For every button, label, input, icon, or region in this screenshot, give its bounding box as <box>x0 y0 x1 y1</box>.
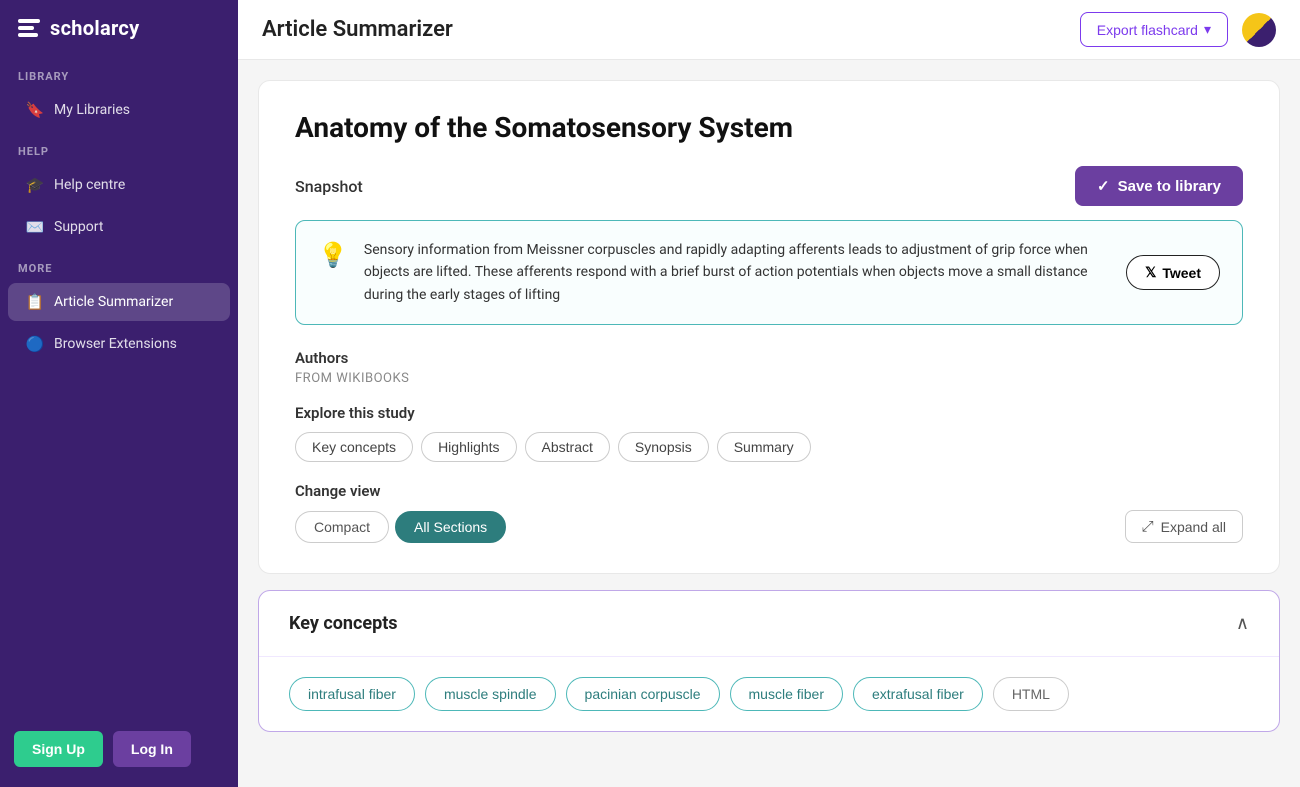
expand-all-button[interactable]: ⤢ Expand all <box>1125 510 1243 543</box>
login-button[interactable]: Log In <box>113 731 191 767</box>
expand-all-label: Expand all <box>1161 519 1226 535</box>
view-row: Compact All Sections ⤢ Expand all <box>295 510 1243 543</box>
sidebar-item-support[interactable]: ✉️ Support <box>8 208 230 246</box>
logo-icon <box>18 19 40 37</box>
view-buttons: Compact All Sections <box>295 511 506 543</box>
sidebar-item-label: Article Summarizer <box>54 294 173 310</box>
compact-label: Compact <box>314 519 370 535</box>
all-sections-view-button[interactable]: All Sections <box>395 511 506 543</box>
topbar-actions: Export flashcard ▾ <box>1080 12 1276 47</box>
bookmark-icon: 🔖 <box>26 101 44 119</box>
main-content: Article Summarizer Export flashcard ▾ An… <box>238 0 1300 787</box>
sidebar-item-label: Help centre <box>54 177 125 193</box>
change-view-section: Change view Compact All Sections ⤢ Expan… <box>295 482 1243 543</box>
save-to-library-label: Save to library <box>1118 178 1221 195</box>
checkmark-icon: ✓ <box>1097 177 1110 195</box>
snapshot-box: 💡 Sensory information from Meissner corp… <box>295 220 1243 325</box>
key-concepts-title: Key concepts <box>289 613 398 634</box>
snapshot-text: Sensory information from Meissner corpus… <box>364 239 1110 306</box>
save-to-library-button[interactable]: ✓ Save to library <box>1075 166 1243 206</box>
article-icon: 📋 <box>26 293 44 311</box>
library-section-label: LIBRARY <box>0 56 238 89</box>
chevron-up-icon[interactable]: ∧ <box>1236 613 1249 634</box>
graduation-icon: 🎓 <box>26 176 44 194</box>
export-flashcard-button[interactable]: Export flashcard ▾ <box>1080 12 1228 47</box>
explore-label: Explore this study <box>295 404 1243 422</box>
sidebar: scholarcy LIBRARY 🔖 My Libraries HELP 🎓 … <box>0 0 238 787</box>
all-sections-label: All Sections <box>414 519 487 535</box>
tag-abstract[interactable]: Abstract <box>525 432 610 462</box>
article-card: Anatomy of the Somatosensory System Snap… <box>258 80 1280 574</box>
signup-button[interactable]: Sign Up <box>14 731 103 767</box>
concept-pacinian-corpuscle[interactable]: pacinian corpuscle <box>566 677 720 711</box>
concept-muscle-fiber[interactable]: muscle fiber <box>730 677 843 711</box>
content-area: Anatomy of the Somatosensory System Snap… <box>238 60 1300 752</box>
explore-tags-row: Key concepts Highlights Abstract Synopsi… <box>295 432 1243 462</box>
tag-highlights[interactable]: Highlights <box>421 432 516 462</box>
tag-key-concepts[interactable]: Key concepts <box>295 432 413 462</box>
authors-value: FROM WIKIBOOKS <box>295 371 1243 386</box>
key-concepts-card: Key concepts ∧ intrafusal fiber muscle s… <box>258 590 1280 732</box>
compact-view-button[interactable]: Compact <box>295 511 389 543</box>
logo: scholarcy <box>0 0 238 56</box>
logo-text: scholarcy <box>50 16 140 40</box>
tweet-button[interactable]: 𝕏 Tweet <box>1126 255 1220 290</box>
explore-section: Explore this study Key concepts Highligh… <box>295 404 1243 462</box>
mail-icon: ✉️ <box>26 218 44 236</box>
concept-html[interactable]: HTML <box>993 677 1069 711</box>
concept-intrafusal-fiber[interactable]: intrafusal fiber <box>289 677 415 711</box>
sidebar-item-help-centre[interactable]: 🎓 Help centre <box>8 166 230 204</box>
topbar: Article Summarizer Export flashcard ▾ <box>238 0 1300 60</box>
x-icon: 𝕏 <box>1145 264 1156 281</box>
sidebar-item-my-libraries[interactable]: 🔖 My Libraries <box>8 91 230 129</box>
snapshot-label: Snapshot <box>295 177 363 196</box>
concept-extrafusal-fiber[interactable]: extrafusal fiber <box>853 677 983 711</box>
sidebar-item-label: Support <box>54 219 103 235</box>
page-title: Article Summarizer <box>262 17 453 42</box>
authors-section: Authors FROM WIKIBOOKS <box>295 349 1243 386</box>
snapshot-header: Snapshot ✓ Save to library <box>295 166 1243 206</box>
article-title: Anatomy of the Somatosensory System <box>295 111 1243 144</box>
extension-icon: 🔵 <box>26 335 44 353</box>
key-concepts-body: intrafusal fiber muscle spindle pacinian… <box>259 657 1279 731</box>
chevron-down-icon: ▾ <box>1204 21 1211 38</box>
sidebar-item-browser-extensions[interactable]: 🔵 Browser Extensions <box>8 325 230 363</box>
export-flashcard-label: Export flashcard <box>1097 22 1198 38</box>
change-view-label: Change view <box>295 482 1243 500</box>
theme-toggle-button[interactable] <box>1242 13 1276 47</box>
concept-muscle-spindle[interactable]: muscle spindle <box>425 677 556 711</box>
sidebar-item-label: Browser Extensions <box>54 336 177 352</box>
tag-synopsis[interactable]: Synopsis <box>618 432 709 462</box>
key-concepts-header: Key concepts ∧ <box>259 591 1279 657</box>
tweet-label: Tweet <box>1162 265 1201 281</box>
more-section-label: MORE <box>0 248 238 281</box>
lightbulb-icon: 💡 <box>318 241 348 269</box>
sidebar-item-article-summarizer[interactable]: 📋 Article Summarizer <box>8 283 230 321</box>
expand-icon: ⤢ <box>1142 518 1154 535</box>
tag-summary[interactable]: Summary <box>717 432 811 462</box>
sidebar-bottom: Sign Up Log In <box>0 711 238 787</box>
sidebar-item-label: My Libraries <box>54 102 130 118</box>
authors-label: Authors <box>295 349 1243 367</box>
help-section-label: HELP <box>0 131 238 164</box>
